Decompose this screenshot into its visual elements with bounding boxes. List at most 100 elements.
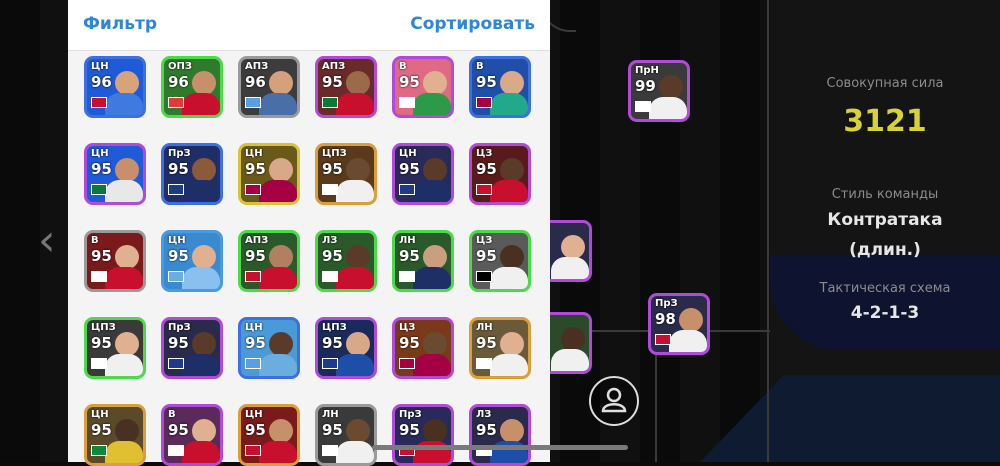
player-position: АПЗ: [245, 61, 269, 72]
player-card[interactable]: ЦН 96: [84, 56, 146, 118]
player-kit: [490, 93, 528, 115]
nationality-flag: [635, 101, 651, 112]
player-rating: 96: [91, 73, 112, 91]
player-card[interactable]: ПрЗ 95: [392, 404, 454, 466]
player-card[interactable]: ЛЗ 95: [315, 230, 377, 292]
player-portrait: [500, 245, 524, 269]
player-portrait: [659, 75, 683, 99]
player-portrait: [423, 71, 447, 95]
player-card[interactable]: ПрН 99: [628, 60, 690, 122]
player-kit: [336, 180, 374, 202]
player-card[interactable]: ЦН 95: [84, 143, 146, 205]
player-card[interactable]: ОПЗ 96: [161, 56, 223, 118]
player-card[interactable]: ЛЗ 95: [469, 404, 531, 466]
player-card[interactable]: АПЗ 96: [238, 56, 300, 118]
player-card[interactable]: АПЗ 95: [315, 56, 377, 118]
player-rating: 95: [399, 247, 420, 265]
player-rating: 95: [322, 421, 343, 439]
player-position: ЦЗ: [476, 148, 493, 159]
profile-button[interactable]: [589, 376, 639, 426]
player-kit: [182, 267, 220, 289]
nationality-flag: [168, 358, 184, 369]
player-portrait: [269, 158, 293, 182]
power-label: Совокупная сила: [826, 76, 944, 91]
player-card[interactable]: ЦН 95: [238, 143, 300, 205]
player-kit: [490, 354, 528, 376]
player-position: ЛН: [399, 235, 416, 246]
player-portrait: [192, 332, 216, 356]
player-card[interactable]: ЛН 95: [315, 404, 377, 466]
player-card[interactable]: ЦН 95: [238, 404, 300, 466]
player-kit: [669, 330, 707, 352]
player-position: В: [476, 61, 484, 72]
player-card[interactable]: ЛН 95: [392, 230, 454, 292]
player-kit: [336, 354, 374, 376]
nationality-flag: [245, 358, 261, 369]
nationality-flag: [91, 97, 107, 108]
player-rating: 95: [245, 160, 266, 178]
player-portrait: [115, 71, 139, 95]
player-portrait: [346, 71, 370, 95]
player-kit: [105, 180, 143, 202]
player-rating: 95: [91, 334, 112, 352]
player-position: ЦН: [399, 148, 417, 159]
player-card[interactable]: ЦН 95: [161, 230, 223, 292]
player-card[interactable]: ЦН 95: [238, 317, 300, 379]
player-kit: [105, 441, 143, 463]
player-card[interactable]: ЦЗ 95: [392, 317, 454, 379]
sort-button[interactable]: Сортировать: [410, 14, 535, 34]
player-card[interactable]: ПрЗ 98: [648, 293, 710, 355]
player-position: В: [168, 409, 176, 420]
player-portrait: [192, 71, 216, 95]
nationality-flag: [245, 445, 261, 456]
player-card[interactable]: ЛН 95: [469, 317, 531, 379]
player-card[interactable]: ЦЗ 95: [469, 143, 531, 205]
player-rating: 95: [91, 160, 112, 178]
player-card[interactable]: В 95: [392, 56, 454, 118]
filter-button[interactable]: Фильтр: [83, 14, 157, 34]
player-portrait: [192, 245, 216, 269]
player-position: ЦН: [245, 148, 263, 159]
player-card[interactable]: В 95: [469, 56, 531, 118]
player-position: АПЗ: [322, 61, 346, 72]
player-rating: 95: [168, 247, 189, 265]
player-portrait: [115, 245, 139, 269]
player-kit: [551, 257, 589, 279]
player-position: ЦЗ: [476, 235, 493, 246]
player-portrait: [500, 419, 524, 443]
player-position: ЦПЗ: [322, 148, 347, 159]
back-chevron-icon[interactable]: ‹: [38, 215, 56, 266]
player-card[interactable]: В 95: [161, 404, 223, 466]
player-card[interactable]: ЦН 95: [392, 143, 454, 205]
nationality-flag: [399, 97, 415, 108]
player-card[interactable]: В 95: [84, 230, 146, 292]
player-kit: [105, 93, 143, 115]
player-card[interactable]: ПрЗ 95: [161, 317, 223, 379]
player-card[interactable]: ЦПЗ 95: [315, 317, 377, 379]
nationality-flag: [322, 358, 338, 369]
player-card[interactable]: ЦЗ 95: [469, 230, 531, 292]
player-card[interactable]: ЦПЗ 95: [84, 317, 146, 379]
player-rating: 95: [476, 73, 497, 91]
player-kit: [649, 97, 687, 119]
player-kit: [336, 267, 374, 289]
player-portrait: [346, 245, 370, 269]
player-position: ЦН: [245, 409, 263, 420]
player-position: ЦЗ: [399, 322, 416, 333]
home-indicator: [372, 445, 628, 450]
player-kit: [259, 93, 297, 115]
player-card[interactable]: ЦН 95: [84, 404, 146, 466]
player-portrait: [423, 419, 447, 443]
player-portrait: [423, 158, 447, 182]
player-card[interactable]: ЦПЗ 95: [315, 143, 377, 205]
player-card[interactable]: ПрЗ 95: [161, 143, 223, 205]
player-rating: 95: [476, 247, 497, 265]
nationality-flag: [168, 184, 184, 195]
player-kit: [490, 267, 528, 289]
player-position: ЦН: [91, 409, 109, 420]
power-value: 3121: [843, 104, 927, 139]
player-position: ПрЗ: [399, 409, 422, 420]
player-portrait: [346, 419, 370, 443]
player-card[interactable]: АПЗ 95: [238, 230, 300, 292]
nationality-flag: [322, 97, 338, 108]
